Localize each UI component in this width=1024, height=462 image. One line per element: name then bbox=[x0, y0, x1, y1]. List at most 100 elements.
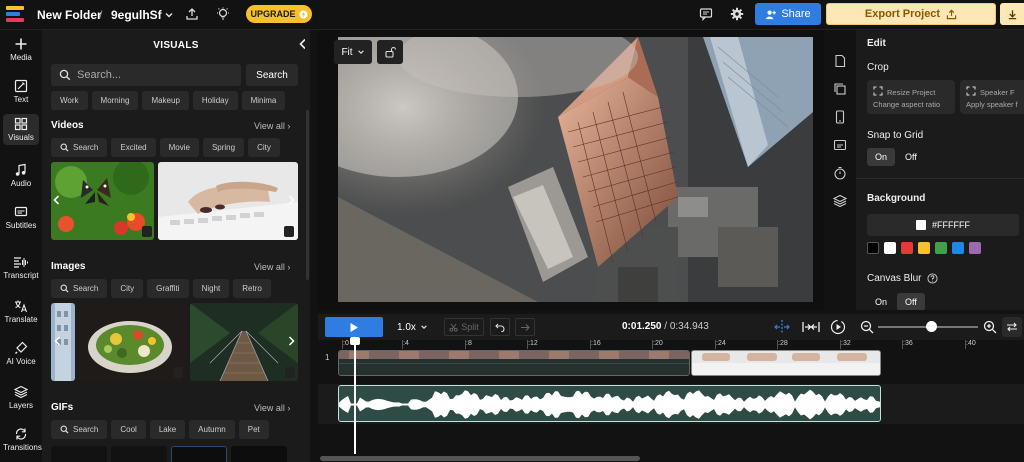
split-button[interactable]: Split bbox=[444, 318, 484, 336]
audio-clip[interactable] bbox=[338, 385, 881, 422]
search-button[interactable]: Search bbox=[246, 64, 298, 86]
swatch-red[interactable] bbox=[901, 242, 913, 254]
speed-dropdown[interactable]: 1.0x bbox=[391, 318, 437, 336]
image-thumbnail-bridge[interactable] bbox=[190, 303, 298, 381]
undo-button[interactable] bbox=[490, 318, 510, 336]
download-icon[interactable] bbox=[1000, 3, 1024, 25]
gif-thumbnail[interactable] bbox=[171, 446, 227, 462]
images-view-all-link[interactable]: View all › bbox=[254, 262, 290, 272]
background-color-picker[interactable]: #FFFFFF bbox=[867, 214, 1019, 236]
timer-icon[interactable] bbox=[833, 166, 847, 180]
chip-graffiti[interactable]: Graffiti bbox=[147, 279, 189, 298]
playhead[interactable] bbox=[354, 338, 356, 454]
chip-makeup[interactable]: Makeup bbox=[142, 91, 189, 110]
panel-scrollbar[interactable] bbox=[305, 30, 310, 462]
carousel-prev-icon[interactable] bbox=[53, 195, 60, 205]
swatch-black[interactable] bbox=[867, 242, 879, 254]
swatch-yellow[interactable] bbox=[918, 242, 930, 254]
layers-icon[interactable] bbox=[833, 194, 847, 208]
gif-thumbnail[interactable] bbox=[231, 446, 287, 462]
video-thumbnail-butterfly[interactable] bbox=[51, 162, 154, 240]
chip-morning[interactable]: Morning bbox=[91, 91, 139, 110]
chip-spring[interactable]: Spring bbox=[202, 138, 245, 157]
rail-item-transitions[interactable]: Transitions bbox=[0, 424, 42, 455]
rail-item-ai-voice[interactable]: AI Voice bbox=[0, 338, 42, 369]
rail-item-transcript[interactable]: Transcript bbox=[0, 252, 42, 283]
fit-to-track-icon[interactable] bbox=[802, 320, 820, 334]
carousel-prev-icon[interactable] bbox=[54, 336, 61, 346]
chip-movie[interactable]: Movie bbox=[159, 138, 199, 157]
gifs-view-all-link[interactable]: View all › bbox=[254, 403, 290, 413]
phone-icon[interactable] bbox=[833, 110, 847, 124]
video-thumbnail-typing[interactable] bbox=[158, 162, 298, 240]
chip-pet[interactable]: Pet bbox=[238, 420, 269, 439]
chip-night[interactable]: Night bbox=[192, 279, 230, 298]
gif-thumbnail[interactable] bbox=[111, 446, 167, 462]
search-input[interactable]: Search... bbox=[51, 64, 241, 86]
help-icon[interactable] bbox=[927, 273, 939, 284]
speaker-focus-button[interactable]: Speaker F Apply speaker f bbox=[960, 80, 1024, 114]
carousel-next-icon[interactable] bbox=[288, 195, 295, 205]
rail-item-text[interactable]: Text bbox=[0, 76, 42, 107]
swatch-blue[interactable] bbox=[952, 242, 964, 254]
chip-holiday[interactable]: Holiday bbox=[192, 91, 238, 110]
resize-project-button[interactable]: Resize Project Change aspect ratio bbox=[867, 80, 955, 114]
zoom-slider-thumb[interactable] bbox=[926, 321, 937, 332]
share-button[interactable]: Share bbox=[755, 3, 821, 25]
chip-city[interactable]: City bbox=[248, 138, 280, 157]
chip-excited[interactable]: Excited bbox=[111, 138, 156, 157]
swatch-green[interactable] bbox=[935, 242, 947, 254]
document-icon[interactable] bbox=[833, 54, 847, 68]
chip-work[interactable]: Work bbox=[51, 91, 88, 110]
snap-off-button[interactable]: Off bbox=[897, 148, 925, 166]
project-name[interactable]: 9egulhSf bbox=[111, 8, 162, 22]
playback-icon[interactable] bbox=[830, 319, 846, 335]
play-button[interactable] bbox=[325, 317, 383, 337]
fit-dropdown[interactable]: Fit bbox=[334, 40, 372, 64]
copy-icon[interactable] bbox=[833, 82, 847, 96]
rail-item-layers[interactable]: Layers bbox=[0, 382, 42, 413]
comment-icon[interactable] bbox=[698, 6, 714, 22]
video-clip-aerial[interactable] bbox=[338, 350, 690, 376]
snap-on-button[interactable]: On bbox=[867, 148, 896, 166]
unlock-icon[interactable] bbox=[377, 40, 403, 64]
gear-icon[interactable] bbox=[729, 6, 745, 22]
gif-thumbnail[interactable] bbox=[51, 446, 107, 462]
rail-item-translate[interactable]: Translate bbox=[0, 296, 42, 327]
image-thumbnail-salad[interactable] bbox=[78, 303, 186, 381]
zoom-out-icon[interactable] bbox=[860, 320, 874, 334]
playhead-handle[interactable] bbox=[350, 337, 360, 345]
chip-cool[interactable]: Cool bbox=[111, 420, 146, 439]
chip-autumn[interactable]: Autumn bbox=[189, 420, 235, 439]
swap-icon[interactable] bbox=[1002, 317, 1022, 337]
chip-search[interactable]: Search bbox=[51, 138, 108, 157]
lightbulb-icon[interactable] bbox=[215, 6, 231, 22]
video-preview-frame[interactable] bbox=[338, 37, 813, 302]
redo-button[interactable] bbox=[515, 318, 535, 336]
upload-icon[interactable] bbox=[184, 6, 200, 22]
timeline-horizontal-scrollbar[interactable] bbox=[320, 456, 640, 461]
videos-view-all-link[interactable]: View all › bbox=[254, 121, 290, 131]
swatch-white[interactable] bbox=[884, 242, 896, 254]
chevron-down-icon[interactable] bbox=[162, 8, 176, 22]
subtitle-box-icon[interactable] bbox=[833, 138, 847, 152]
app-logo[interactable] bbox=[6, 6, 26, 24]
rail-item-subtitles[interactable]: Subtitles bbox=[0, 202, 42, 233]
video-clip-typing[interactable] bbox=[691, 350, 881, 376]
chip-lake[interactable]: Lake bbox=[149, 420, 186, 439]
rail-item-visuals[interactable]: Visuals bbox=[0, 114, 42, 145]
upgrade-button[interactable]: UPGRADE bbox=[246, 5, 312, 23]
zoom-in-icon[interactable] bbox=[983, 320, 997, 334]
chip-retro[interactable]: Retro bbox=[233, 279, 271, 298]
swatch-purple[interactable] bbox=[969, 242, 981, 254]
rail-item-audio[interactable]: Audio bbox=[0, 160, 42, 191]
chip-minimal[interactable]: Minima bbox=[241, 91, 286, 110]
chip-search[interactable]: Search bbox=[51, 420, 108, 439]
split-view-icon[interactable] bbox=[774, 320, 790, 334]
export-project-button[interactable]: Export Project bbox=[826, 3, 996, 25]
rail-item-media[interactable]: Media bbox=[0, 34, 42, 65]
chip-search[interactable]: Search bbox=[51, 279, 108, 298]
breadcrumb-folder[interactable]: New Folder bbox=[37, 8, 102, 22]
chip-city[interactable]: City bbox=[111, 279, 144, 298]
blur-on-button[interactable]: On bbox=[867, 293, 895, 310]
